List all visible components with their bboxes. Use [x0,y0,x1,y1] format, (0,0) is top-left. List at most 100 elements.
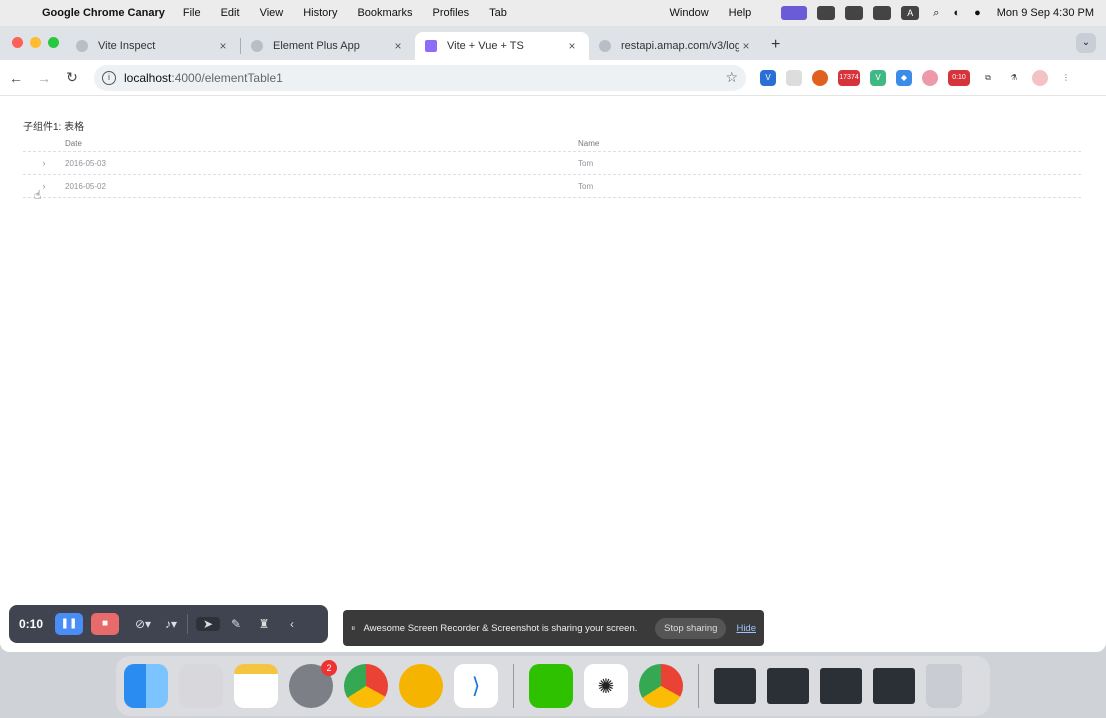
extensions-bar: V 17374 V ◆ 0:10 ⧉ ⚗ ⋮ [760,69,1074,86]
system-settings-icon[interactable]: 2 [289,660,337,708]
stop-recording-button[interactable]: ■ [91,613,120,635]
page-content: 子组件1: 表格 Date Name › 2016-05-03 Tom › 20… [0,96,1106,652]
camera-off-icon[interactable]: ⊘▾ [131,617,155,631]
hide-link[interactable]: Hide [736,623,756,634]
site-info-icon[interactable]: i [102,70,116,85]
tab-restapi[interactable]: restapi.amap.com/v3/log/init? × [589,32,763,60]
menu-view[interactable]: View [260,7,284,19]
menu-help[interactable]: Help [729,7,752,19]
minimized-window-thumbnail[interactable] [820,668,862,704]
pen-tool-icon[interactable]: ✎ [224,617,248,631]
settings-badge: 2 [321,660,337,676]
tab-strip: Vite Inspect × Element Plus App × Vite +… [0,26,1106,60]
labs-flask-icon[interactable]: ⚗ [1006,69,1022,86]
tab-vite-inspect[interactable]: Vite Inspect × [66,32,240,60]
input-source-icon[interactable]: A [901,6,920,20]
close-icon[interactable]: × [391,39,405,53]
notes-icon[interactable] [234,664,278,708]
expand-chevron-icon[interactable]: › [23,158,65,168]
globe-icon [599,40,611,52]
minimized-window-thumbnail[interactable] [873,668,915,704]
browser-window: Vite Inspect × Element Plus App × Vite +… [0,26,1106,652]
extension-icon[interactable]: ◆ [896,69,912,86]
chrome-canary-icon[interactable] [399,664,443,708]
vite-icon [425,40,437,52]
launchpad-icon[interactable] [179,664,223,708]
tab-vite-vue-ts[interactable]: Vite + Vue + TS × [415,32,589,60]
broom-icon[interactable]: ♜ [252,617,276,631]
recorder-extension-badge[interactable]: 0:10 [948,69,970,86]
control-center-icon[interactable]: ◐ [953,7,960,19]
menu-tab[interactable]: Tab [489,7,507,19]
extension-badge-counter[interactable]: 17374 [838,69,860,86]
menu-window[interactable]: Window [670,7,709,19]
extension-icon[interactable] [812,69,828,86]
minimized-window-thumbnail[interactable] [767,668,809,704]
collapse-chevron-icon[interactable]: ‹ [280,617,304,631]
finder-icon[interactable] [124,664,168,708]
cell-date: 2016-05-03 [65,158,106,168]
pause-button[interactable]: ❚❚ [55,613,84,635]
expand-chevron-icon[interactable]: › [23,181,65,191]
url-host: localhost [124,70,172,85]
search-icon[interactable]: ⌕ [933,7,939,20]
chatgpt-icon[interactable]: ✺ [584,664,628,708]
menubar-clock[interactable]: Mon 9 Sep 4:30 PM [997,7,1094,19]
close-icon[interactable]: × [216,39,230,53]
close-icon[interactable]: × [739,39,753,53]
chrome-icon[interactable] [344,664,388,708]
color-picker-icon[interactable] [922,69,938,86]
screen-recorder-status-icon[interactable] [781,6,808,20]
reload-button[interactable]: ↻ [58,69,86,86]
stop-sharing-button[interactable]: Stop sharing [655,617,727,639]
minimize-window-button[interactable] [30,37,41,48]
extensions-puzzle-icon[interactable]: ⧉ [980,69,996,86]
wechat-icon[interactable] [529,664,573,708]
menu-bookmarks[interactable]: Bookmarks [357,7,412,19]
siri-icon[interactable]: ● [974,7,981,19]
close-window-button[interactable] [12,37,23,48]
zoom-window-button[interactable] [48,37,59,48]
menu-profiles[interactable]: Profiles [432,7,469,19]
url-path: :4000/elementTable1 [171,70,283,85]
tab-search-button[interactable]: ⌄ [1076,33,1096,53]
pointer-tool-icon[interactable]: ➤ [196,617,221,631]
mic-off-icon[interactable]: ♪▾ [159,617,183,631]
chrome-icon[interactable] [639,664,683,708]
extension-icon[interactable] [786,69,802,86]
wechat-status-icon[interactable] [845,6,864,20]
battery-icon[interactable] [873,6,892,20]
recording-timer: 0:10 [19,617,44,631]
sharing-message: Awesome Screen Recorder & Screenshot is … [363,622,638,634]
table-row[interactable]: › 2016-05-03 Tom [23,152,1081,175]
tab-title: Element Plus App [273,40,360,52]
vue-icon[interactable]: V [870,69,886,86]
bookmark-star-icon[interactable]: ☆ [725,69,738,86]
new-tab-button[interactable]: + [771,36,787,54]
forward-button[interactable]: → [30,70,58,86]
screen-sharing-bar: ⏸ Awesome Screen Recorder & Screenshot i… [343,610,764,646]
vscode-icon[interactable]: ⟩ [454,664,498,708]
vue-devtools-icon[interactable]: V [760,69,776,86]
drag-handle-icon[interactable]: ⏸ [351,623,356,634]
address-bar[interactable]: i localhost :4000/elementTable1 ☆ [94,64,746,91]
minimized-window-thumbnail[interactable] [714,668,756,704]
status-icon[interactable] [817,6,836,20]
macos-dock: 2 ⟩ ✺ [116,656,990,716]
tab-title: restapi.amap.com/v3/log/init? [621,40,739,52]
chrome-menu-icon[interactable]: ⋮ [1058,69,1074,86]
element-table: Date Name › 2016-05-03 Tom › 2016-05-02 … [23,136,1081,198]
menu-history[interactable]: History [303,7,337,19]
menu-edit[interactable]: Edit [221,7,240,19]
profile-avatar[interactable] [1032,69,1048,86]
browser-toolbar: ← → ↻ i localhost :4000/elementTable1 ☆ … [0,60,1106,96]
tab-element-plus-app[interactable]: Element Plus App × [241,32,415,60]
column-header-name: Name [578,139,600,148]
menubar-app-name[interactable]: Google Chrome Canary [42,7,165,19]
trash-icon[interactable] [926,664,962,708]
menu-file[interactable]: File [183,7,201,19]
close-icon[interactable]: × [565,39,579,53]
table-row[interactable]: › 2016-05-02 Tom [23,175,1081,198]
back-button[interactable]: ← [2,70,30,86]
column-header-date: Date [65,139,82,148]
